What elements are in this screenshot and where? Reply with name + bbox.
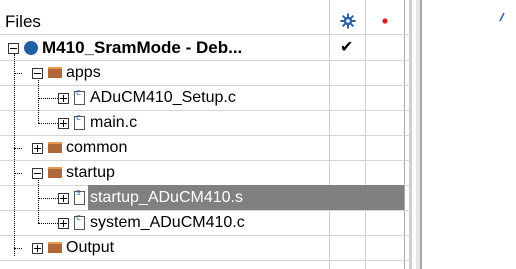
collapse-icon[interactable] [32, 68, 43, 79]
red-dot-icon [382, 18, 388, 24]
expand-icon[interactable] [32, 243, 43, 254]
tree-row-setup-c[interactable]: ADuCM410_Setup.c [0, 85, 409, 110]
expand-icon[interactable] [32, 143, 43, 154]
folder-label: common [66, 139, 128, 156]
expand-icon[interactable] [58, 118, 69, 129]
gear-column-header[interactable] [330, 8, 366, 34]
file-label: main.c [90, 114, 138, 131]
cursor-mark-icon [499, 12, 505, 22]
file-label: startup_ADuCM410.s [90, 185, 243, 210]
expand-icon[interactable] [58, 93, 69, 104]
asm-file-icon [74, 188, 85, 205]
tree-row-common[interactable]: common [0, 135, 409, 160]
collapse-icon[interactable] [8, 43, 19, 54]
folder-icon [48, 167, 62, 178]
project-icon [24, 41, 38, 55]
tree-row-startup-s[interactable]: startup_ADuCM410.s [0, 185, 409, 210]
checkmark-icon: ✔ [340, 39, 354, 56]
c-file-icon [74, 88, 85, 105]
expand-icon[interactable] [58, 218, 69, 229]
tree-row-system-c[interactable]: system_ADuCM410.c [0, 210, 409, 235]
folder-label: startup [66, 164, 115, 181]
files-header: Files [0, 8, 409, 34]
files-header-label: Files [5, 12, 41, 31]
folder-label: Output [66, 239, 115, 256]
files-panel: Files M410_SramMode - Deb... ✔ apps c AD… [0, 0, 409, 269]
red-dot-column-header[interactable] [366, 8, 404, 34]
editor-area [409, 0, 516, 269]
folder-label: apps [66, 64, 101, 81]
tree-row-startup[interactable]: startup [0, 160, 409, 185]
file-label: ADuCM410_Setup.c [90, 89, 236, 106]
tree-row-main-c[interactable]: main.c [0, 110, 409, 135]
folder-icon [48, 67, 62, 78]
folder-icon [48, 242, 62, 253]
file-label: system_ADuCM410.c [90, 214, 245, 231]
gear-icon [340, 13, 356, 29]
c-file-icon [74, 113, 85, 130]
c-file-icon [74, 213, 85, 230]
folder-icon [48, 142, 62, 153]
expand-icon[interactable] [58, 193, 69, 204]
tree-row-output[interactable]: Output [0, 235, 409, 260]
tree-row-apps[interactable]: apps [0, 60, 409, 85]
project-label: M410_SramMode - Deb... [42, 38, 243, 57]
collapse-icon[interactable] [32, 168, 43, 179]
tree-row-project[interactable]: M410_SramMode - Deb... ✔ [0, 35, 409, 60]
